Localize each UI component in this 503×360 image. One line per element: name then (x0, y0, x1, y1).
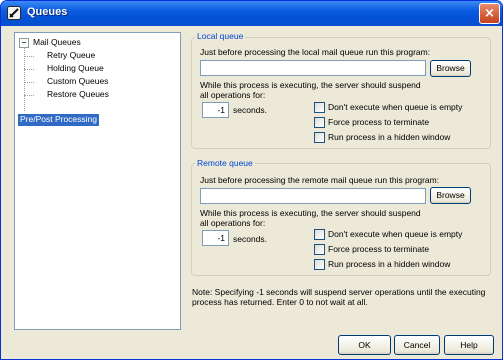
local-suspend-label: While this process is executing, the ser… (200, 80, 421, 100)
cancel-button[interactable]: Cancel (394, 335, 440, 355)
tree-connector (24, 82, 34, 83)
close-button[interactable]: × (479, 3, 500, 24)
remote-dont-execute-label[interactable]: Don't execute when queue is empty (328, 229, 462, 239)
remote-program-input[interactable] (200, 188, 426, 204)
queues-dialog: Queues × − Mail Queues Retry Queue Holdi… (0, 0, 503, 360)
remote-queue-legend: Remote queue (195, 158, 255, 168)
ok-button[interactable]: OK (338, 335, 391, 355)
tree-item-custom-queues[interactable]: Custom Queues (24, 76, 124, 88)
tree-item-label: Retry Queue (47, 50, 96, 60)
app-icon (7, 6, 21, 20)
local-hidden-window-checkbox[interactable] (314, 132, 325, 143)
tree-connector (24, 56, 34, 57)
remote-dont-execute-checkbox[interactable] (314, 229, 325, 240)
tree-item-label: Holding Queue (47, 63, 104, 73)
help-button[interactable]: Help (444, 335, 494, 355)
tree-item-label: Custom Queues (47, 76, 109, 86)
tree-item-pre-post-processing[interactable]: Pre/Post Processing (18, 114, 100, 126)
tree-item-restore-queues[interactable]: Restore Queues (24, 89, 124, 101)
local-seconds-label: seconds. (233, 105, 268, 115)
local-browse-button[interactable]: Browse (430, 60, 471, 77)
tree-item-retry-queue[interactable]: Retry Queue (24, 50, 124, 62)
remote-force-terminate-label[interactable]: Force process to terminate (328, 244, 429, 254)
remote-hidden-window-label[interactable]: Run process in a hidden window (328, 259, 450, 269)
tree-connector (24, 95, 34, 96)
tree-connector (24, 69, 34, 70)
local-program-label: Just before processing the local mail qu… (200, 47, 431, 57)
note-text: Note: Specifying -1 seconds will suspend… (192, 287, 486, 307)
local-program-input[interactable] (200, 60, 426, 76)
local-dont-execute-checkbox[interactable] (314, 102, 325, 113)
remote-force-terminate-checkbox[interactable] (314, 244, 325, 255)
title-bar[interactable]: Queues × (1, 1, 502, 26)
tree-item-label: Pre/Post Processing (20, 114, 98, 124)
remote-seconds-label: seconds. (233, 234, 268, 244)
local-force-terminate-label[interactable]: Force process to terminate (328, 117, 429, 127)
local-hidden-window-label[interactable]: Run process in a hidden window (328, 132, 450, 142)
remote-seconds-input[interactable]: -1 (202, 230, 229, 246)
local-dont-execute-label[interactable]: Don't execute when queue is empty (328, 102, 462, 112)
local-force-terminate-checkbox[interactable] (314, 117, 325, 128)
remote-program-label: Just before processing the remote mail q… (200, 175, 440, 185)
local-seconds-input[interactable]: -1 (202, 102, 229, 118)
tree-item-holding-queue[interactable]: Holding Queue (24, 63, 124, 75)
queue-tree[interactable]: − Mail Queues Retry Queue Holding Queue … (14, 32, 181, 330)
tree-item-label: Restore Queues (47, 89, 109, 99)
remote-suspend-label: While this process is executing, the ser… (200, 208, 421, 228)
close-icon: × (484, 6, 495, 21)
remote-browse-button[interactable]: Browse (430, 187, 471, 204)
remote-hidden-window-checkbox[interactable] (314, 259, 325, 270)
tree-item-mail-queues[interactable]: − Mail Queues (19, 37, 119, 49)
tree-item-label: Mail Queues (33, 37, 81, 47)
window-title: Queues (27, 6, 68, 18)
local-queue-legend: Local queue (195, 31, 246, 41)
